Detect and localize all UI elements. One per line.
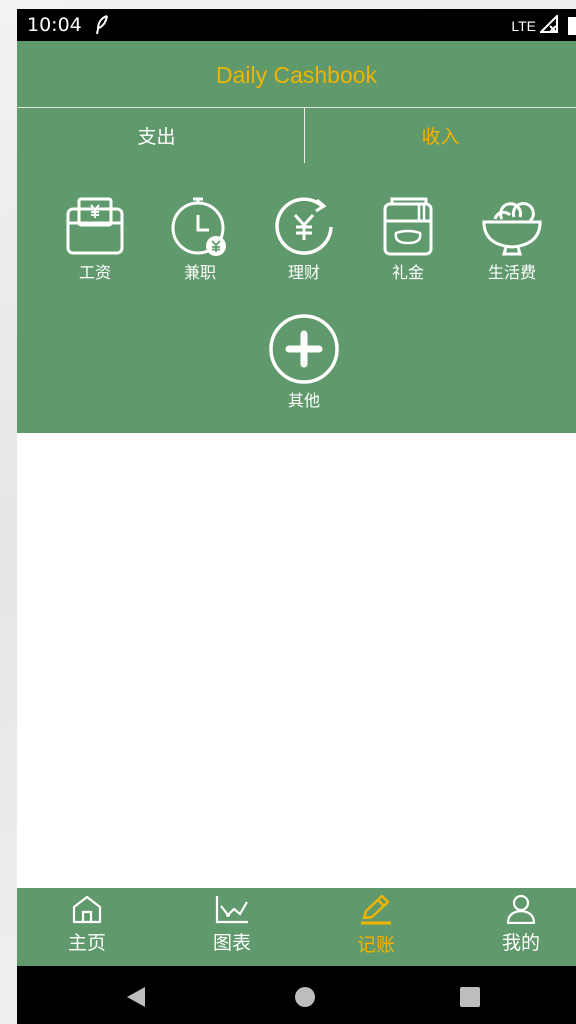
part-time-clock-icon xyxy=(148,195,252,257)
nav-label: 图表 xyxy=(212,932,251,954)
category-label: 理财 xyxy=(287,263,320,282)
header-panel: Daily Cashbook 支出 收入 工资 兼职 理财 礼金 生活费 其他 xyxy=(17,41,576,433)
nav-chart[interactable]: 图表 xyxy=(162,894,302,964)
back-icon[interactable] xyxy=(125,986,147,1012)
nav-profile[interactable]: 我的 xyxy=(451,894,576,964)
category-investment[interactable]: 理财 xyxy=(252,195,356,283)
category-label: 兼职 xyxy=(183,263,216,282)
signal-icon xyxy=(538,13,558,37)
investment-yen-icon xyxy=(252,195,356,257)
phone-screen: 10:04 LTE Daily Cashbook 支出 收入 工资 兼职 理财 … xyxy=(17,9,576,1024)
tab-expense[interactable]: 支出 xyxy=(17,108,296,163)
category-part-time[interactable]: 兼职 xyxy=(148,195,252,283)
category-salary[interactable]: 工资 xyxy=(43,195,147,283)
gift-money-icon xyxy=(356,195,460,257)
chart-icon xyxy=(162,894,302,924)
nav-label: 记账 xyxy=(356,934,395,956)
add-other-icon xyxy=(252,313,356,385)
bottom-navigation: 主页 图表 记账 我的 xyxy=(17,888,576,966)
profile-icon xyxy=(451,894,576,924)
home-circle-icon[interactable] xyxy=(294,986,316,1012)
living-expenses-bowl-icon xyxy=(460,195,564,257)
status-time: 10:04 xyxy=(27,14,82,36)
category-gift-money[interactable]: 礼金 xyxy=(356,195,460,283)
nav-label: 主页 xyxy=(67,932,106,954)
nav-label: 我的 xyxy=(501,932,540,954)
category-label: 生活费 xyxy=(487,263,536,282)
salary-wallet-icon xyxy=(43,195,147,257)
pencil-icon xyxy=(306,894,446,926)
network-type: LTE xyxy=(511,18,536,34)
status-bar: 10:04 LTE xyxy=(17,9,576,41)
home-icon xyxy=(17,894,157,924)
battery-icon xyxy=(568,17,576,35)
category-label: 礼金 xyxy=(391,263,424,282)
category-other[interactable]: 其他 xyxy=(252,313,356,411)
recents-square-icon[interactable] xyxy=(459,986,481,1012)
category-label: 其他 xyxy=(287,391,320,410)
nav-bookkeeping[interactable]: 记账 xyxy=(306,894,446,964)
tab-income[interactable]: 收入 xyxy=(305,108,576,163)
status-indicators: LTE xyxy=(511,13,576,37)
category-living-expenses[interactable]: 生活费 xyxy=(460,195,564,283)
system-navigation-bar xyxy=(17,966,576,1024)
nav-home[interactable]: 主页 xyxy=(17,894,157,964)
app-title: Daily Cashbook xyxy=(215,62,378,88)
feather-icon xyxy=(95,15,109,39)
category-label: 工资 xyxy=(78,263,111,282)
